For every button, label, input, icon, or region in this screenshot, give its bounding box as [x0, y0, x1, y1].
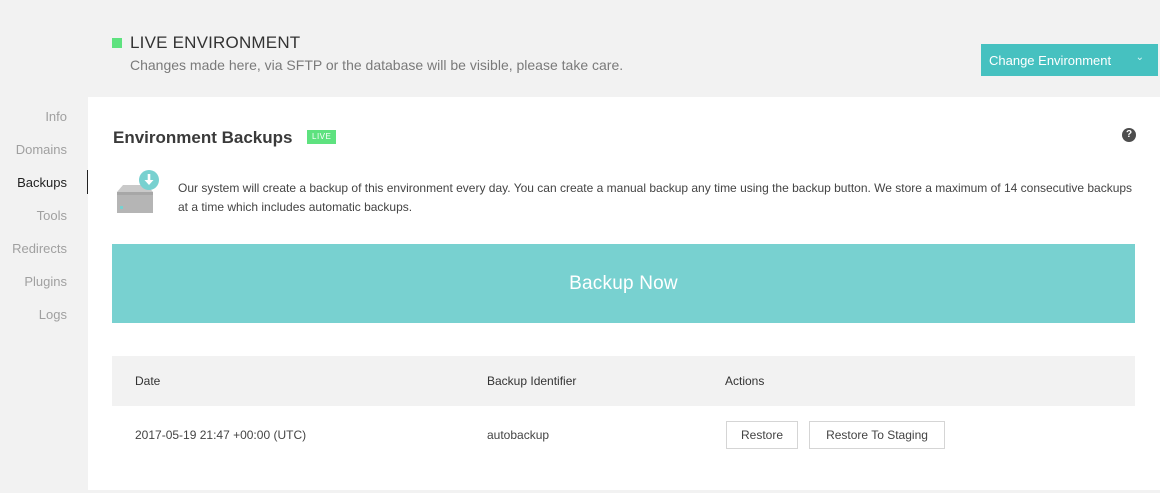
environment-header: LIVE ENVIRONMENT Changes made here, via … [0, 0, 1160, 97]
backup-date: 2017-05-19 21:47 +00:00 (UTC) [135, 428, 307, 442]
column-header-identifier: Backup Identifier [487, 374, 577, 388]
chevron-down-icon: ⌄ [1135, 52, 1144, 63]
sidebar-item-label: Plugins [24, 274, 67, 289]
sidebar-item-label: Redirects [12, 241, 67, 256]
backups-panel: Environment Backups LIVE ? Our system wi… [88, 97, 1160, 490]
environment-warning: Changes made here, via SFTP or the datab… [130, 57, 624, 73]
sidebar-item-label: Info [45, 109, 67, 124]
restore-to-staging-button[interactable]: Restore To Staging [809, 421, 945, 449]
restore-button[interactable]: Restore [726, 421, 798, 449]
sidebar-item-tools[interactable]: Tools [0, 199, 88, 232]
live-status-indicator [112, 38, 122, 48]
page-title: Environment Backups [113, 128, 293, 147]
column-header-actions: Actions [725, 374, 765, 388]
sidebar-item-label: Backups [17, 175, 67, 190]
backup-now-button[interactable]: Backup Now [112, 244, 1135, 323]
sidebar-item-redirects[interactable]: Redirects [0, 232, 88, 265]
question-circle-icon[interactable]: ? [1122, 128, 1136, 142]
sidebar-item-label: Tools [36, 208, 67, 223]
live-badge: LIVE [307, 130, 337, 144]
table-row: 2017-05-19 21:47 +00:00 (UTC) autobackup… [112, 406, 1135, 466]
sidebar-item-domains[interactable]: Domains [0, 133, 88, 166]
column-header-date: Date [135, 374, 161, 388]
backups-table: Date Backup Identifier Actions 2017-05-1… [112, 356, 1135, 466]
table-header: Date Backup Identifier Actions [112, 356, 1135, 406]
sidebar-item-plugins[interactable]: Plugins [0, 265, 88, 298]
sidebar-item-info[interactable]: Info [0, 100, 88, 133]
environment-title: LIVE ENVIRONMENT [130, 33, 301, 52]
sidebar-item-backups[interactable]: Backups [0, 166, 89, 199]
sidebar-item-logs[interactable]: Logs [0, 298, 88, 331]
change-environment-label: Change Environment [989, 52, 1112, 68]
sidebar-nav: Info Domains Backups Tools Redirects Plu… [0, 100, 89, 331]
server-download-icon [117, 170, 159, 213]
sidebar-item-label: Logs [38, 307, 67, 322]
backup-identifier: autobackup [487, 428, 550, 442]
sidebar-item-label: Domains [15, 142, 67, 157]
backup-description: Our system will create a backup of this … [178, 181, 1133, 214]
change-environment-button[interactable]: Change Environment ⌄ [981, 44, 1158, 76]
